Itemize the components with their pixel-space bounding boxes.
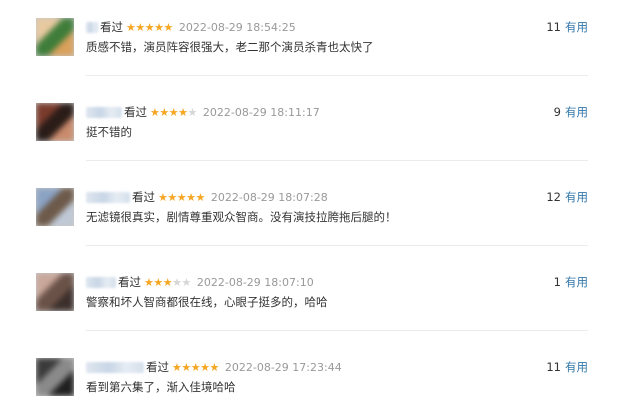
vote-area: 9 有用 [554, 104, 588, 120]
review-content: 无滤镜很真实，剧情尊重观众智商。没有演技拉胯拖后腿的！ [86, 210, 397, 224]
star-filled-icon: ★ [186, 190, 196, 204]
star-filled-icon: ★ [126, 20, 136, 34]
vote-area: 11 有用 [546, 359, 588, 375]
user-avatar[interactable] [36, 188, 74, 226]
star-filled-icon: ★ [200, 360, 210, 374]
user-avatar[interactable] [36, 18, 74, 56]
username-blurred[interactable] [86, 106, 122, 118]
star-filled-icon: ★ [178, 105, 188, 119]
star-filled-icon: ★ [144, 275, 154, 289]
star-filled-icon: ★ [181, 360, 191, 374]
username-blurred[interactable] [86, 191, 130, 203]
star-filled-icon: ★ [158, 190, 168, 204]
star-empty-icon: ★ [187, 105, 198, 119]
vote-count: 12 [546, 190, 561, 204]
star-filled-icon: ★ [154, 20, 164, 34]
divider [86, 160, 588, 161]
avatar-image [36, 358, 74, 396]
vote-count: 9 [553, 105, 561, 119]
divider [86, 245, 588, 246]
star-filled-icon: ★ [168, 105, 179, 119]
username-blurred[interactable] [86, 21, 98, 33]
review-time: 2022-08-29 18:07:10 [196, 275, 314, 289]
star-filled-icon: ★ [167, 190, 177, 204]
review-time: 2022-08-29 18:54:25 [178, 20, 296, 34]
review-content: 警察和坏人智商都很在线，心眼子挺多的，哈哈 [86, 295, 328, 309]
review-time: 2022-08-29 17:23:44 [224, 360, 342, 374]
review-time: 2022-08-29 18:07:28 [210, 190, 328, 204]
star-filled-icon: ★ [172, 360, 182, 374]
star-filled-icon: ★ [135, 20, 145, 34]
star-filled-icon: ★ [162, 275, 173, 289]
user-avatar[interactable] [36, 358, 74, 396]
star-filled-icon: ★ [153, 275, 163, 289]
star-filled-icon: ★ [195, 190, 206, 204]
vote-area: 12 有用 [546, 189, 588, 205]
avatar-image [36, 103, 74, 141]
username-blurred[interactable] [86, 361, 144, 373]
star-rating: ★★★★★ [158, 191, 205, 204]
review-content: 质感不错，演员阵容很强大，老二那个演员杀青也太快了 [86, 40, 374, 54]
review-meta: 看过 ★★★★★ 2022-08-29 18:07:28 [86, 189, 328, 205]
star-filled-icon: ★ [190, 360, 201, 374]
review-meta: 看过 ★★★★★ 2022-08-29 17:23:44 [86, 359, 342, 375]
review-time: 2022-08-29 18:11:17 [202, 105, 320, 119]
user-avatar[interactable] [36, 273, 74, 311]
star-rating: ★★★★★ [172, 361, 219, 374]
star-filled-icon: ★ [144, 20, 155, 34]
vote-area: 1 有用 [554, 274, 588, 290]
review-meta: 看过 ★★★★★ 2022-08-29 18:54:25 [86, 19, 296, 35]
star-filled-icon: ★ [159, 105, 169, 119]
star-filled-icon: ★ [163, 20, 174, 34]
avatar-image [36, 273, 74, 311]
review-content: 挺不错的 [86, 125, 132, 139]
vote-area: 11 有用 [546, 19, 588, 35]
star-empty-icon: ★ [181, 275, 192, 289]
username-blurred[interactable] [86, 276, 116, 288]
useful-button[interactable]: 有用 [565, 360, 588, 374]
star-filled-icon: ★ [209, 360, 220, 374]
watched-label: 看过 [100, 20, 123, 34]
star-rating: ★★★★★ [150, 106, 197, 119]
star-filled-icon: ★ [150, 105, 160, 119]
avatar-image [36, 188, 74, 226]
vote-count: 1 [553, 275, 561, 289]
useful-button[interactable]: 有用 [565, 105, 588, 119]
watched-label: 看过 [118, 275, 141, 289]
divider [86, 75, 588, 76]
user-avatar[interactable] [36, 103, 74, 141]
avatar-image [36, 18, 74, 56]
review-meta: 看过 ★★★★★ 2022-08-29 18:11:17 [86, 104, 320, 120]
vote-count: 11 [546, 360, 561, 374]
review-list: 看过 ★★★★★ 2022-08-29 18:54:25 质感不错，演员阵容很强大，… [0, 0, 640, 407]
review-meta: 看过 ★★★★★ 2022-08-29 18:07:10 [86, 274, 314, 290]
review-content: 看到第六集了，渐入佳境哈哈 [86, 380, 236, 394]
star-empty-icon: ★ [172, 275, 182, 289]
star-filled-icon: ★ [176, 190, 187, 204]
star-rating: ★★★★★ [126, 21, 173, 34]
useful-button[interactable]: 有用 [565, 275, 588, 289]
star-rating: ★★★★★ [144, 276, 191, 289]
vote-count: 11 [546, 20, 561, 34]
watched-label: 看过 [124, 105, 147, 119]
useful-button[interactable]: 有用 [565, 20, 588, 34]
watched-label: 看过 [146, 360, 169, 374]
useful-button[interactable]: 有用 [565, 190, 588, 204]
watched-label: 看过 [132, 190, 155, 204]
divider [86, 330, 588, 331]
